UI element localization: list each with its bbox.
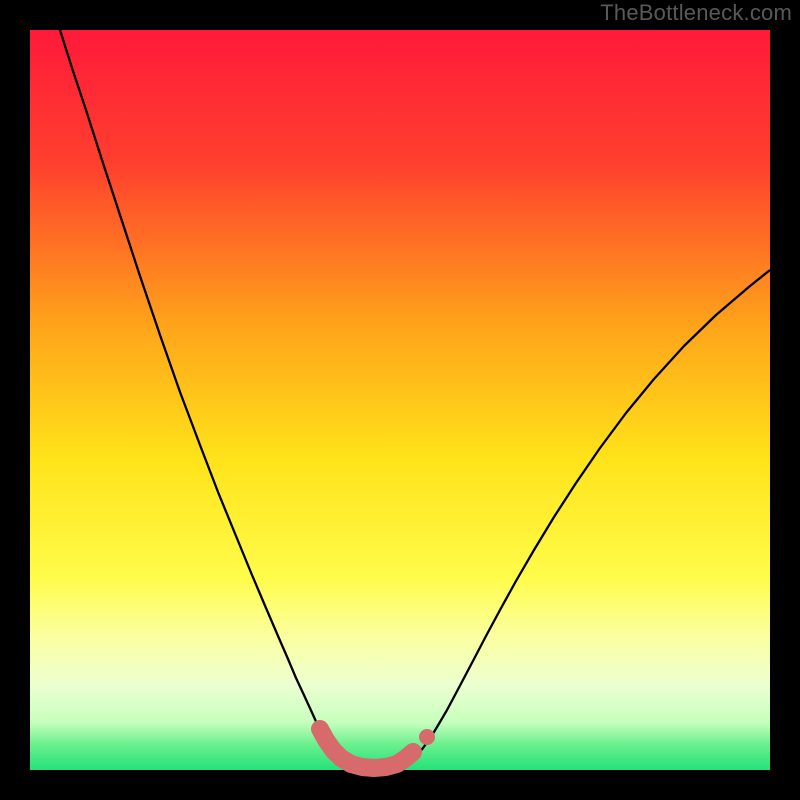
bottleneck-chart <box>0 0 800 800</box>
chart-container: TheBottleneck.com <box>0 0 800 800</box>
plot-background <box>30 30 770 770</box>
highlight-dot <box>419 729 435 745</box>
watermark-text: TheBottleneck.com <box>600 0 792 26</box>
